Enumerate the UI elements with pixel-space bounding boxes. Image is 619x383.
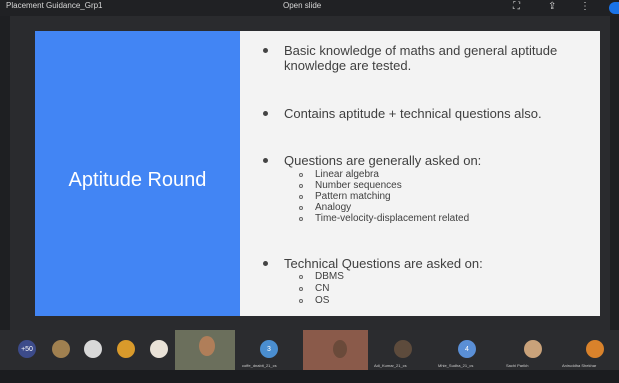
bullet-item: Questions are generally asked on: [263, 153, 574, 168]
participant-name: Aniruddha Shekhar [562, 363, 597, 368]
participant-tile[interactable]: Aniruddha Shekhar [562, 330, 619, 370]
slide-heading: Aptitude Round [68, 169, 207, 191]
bullet-icon [263, 48, 268, 53]
bullet-item: Technical Questions are asked on: [263, 256, 574, 271]
sub-item: OS [299, 296, 329, 306]
circle-bullet-icon [299, 195, 303, 199]
sub-item: Time-velocity-displacement related [299, 214, 469, 224]
circle-bullet-icon [299, 206, 303, 210]
top-bar: Placement Guidance_Grp1 Open slide ⛶ ⇪ ⋮ [0, 0, 619, 16]
participant-strip: +50 3 coffe_dnabit_21_cs Adi_Kumar_21_cs… [0, 330, 619, 370]
bullet-icon [263, 261, 268, 266]
more-icon[interactable]: ⋮ [580, 0, 590, 14]
sub-item: DBMS [299, 272, 344, 282]
bullet-item: Basic knowledge of maths and general apt… [263, 43, 574, 73]
meeting-title: Placement Guidance_Grp1 [6, 1, 103, 10]
participant-avatar: 4 [458, 340, 476, 358]
person-face [333, 340, 347, 358]
overflow-participants-badge[interactable]: +50 [18, 340, 36, 358]
participant-avatar[interactable] [52, 340, 70, 358]
sub-item: Linear algebra [299, 170, 379, 180]
share-icon[interactable]: ⇪ [548, 0, 556, 14]
participant-tile[interactable]: Adi_Kumar_21_cs [372, 330, 432, 370]
sub-item: Analogy [299, 203, 351, 213]
sub-item: CN [299, 284, 329, 294]
circle-bullet-icon [299, 184, 303, 188]
bullet-icon [263, 158, 268, 163]
participant-avatar: 3 [260, 340, 278, 358]
sub-item: Pattern matching [299, 192, 391, 202]
fullscreen-icon[interactable]: ⛶ [513, 0, 520, 14]
person-face [199, 336, 215, 356]
participant-video[interactable] [175, 330, 235, 370]
participant-name: Adi_Kumar_21_cs [374, 363, 407, 368]
participant-tile[interactable]: 3 coffe_dnabit_21_cs [238, 330, 300, 370]
participant-name: Sachi Parikh [506, 363, 529, 368]
participant-avatar [524, 340, 542, 358]
circle-bullet-icon [299, 287, 303, 291]
participant-avatar[interactable] [150, 340, 168, 358]
participant-avatar [394, 340, 412, 358]
participant-avatar[interactable] [84, 340, 102, 358]
participant-video[interactable] [303, 330, 368, 370]
circle-bullet-icon [299, 173, 303, 177]
circle-bullet-icon [299, 299, 303, 303]
participant-name: Mhie_Sudha_21_cs [438, 363, 474, 368]
participant-name: coffe_dnabit_21_cs [242, 363, 277, 368]
participant-avatar [586, 340, 604, 358]
slide: Aptitude Round Basic knowledge of maths … [35, 31, 600, 316]
account-avatar[interactable] [609, 2, 619, 14]
slide-title-panel: Aptitude Round [35, 31, 240, 316]
participant-avatar[interactable] [117, 340, 135, 358]
presenting-menu[interactable]: Open slide [283, 1, 321, 10]
participant-tile[interactable]: Sachi Parikh [500, 330, 560, 370]
participant-tile[interactable]: 4 Mhie_Sudha_21_cs [436, 330, 496, 370]
circle-bullet-icon [299, 275, 303, 279]
circle-bullet-icon [299, 217, 303, 221]
bullet-item: Contains aptitude + technical questions … [263, 106, 574, 121]
sub-item: Number sequences [299, 181, 402, 191]
presentation-stage: Aptitude Round Basic knowledge of maths … [10, 16, 610, 330]
bottom-bar [0, 370, 619, 383]
bullet-icon [263, 111, 268, 116]
